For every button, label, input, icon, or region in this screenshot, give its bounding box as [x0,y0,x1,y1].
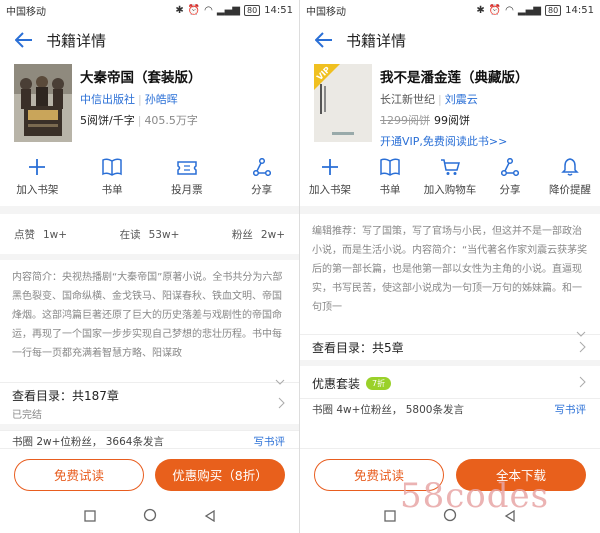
fans-label: 粉丝 [231,228,253,241]
author-link[interactable]: 刘震云 [445,93,478,106]
catalog-row[interactable]: 查看目录：共5章 [300,334,600,360]
system-nav-bar [0,500,299,533]
page-title: 书籍详情 [46,31,107,50]
battery-icon: 80 [243,4,261,16]
fans-count: 2w+ [260,228,285,241]
ticket-icon [177,150,197,176]
home-icon[interactable] [143,507,157,526]
bluetooth-icon: ✱ [476,4,485,16]
discount-buy-button[interactable]: 优惠购买（8折） [155,458,285,491]
fan-info: 书圈 2w+位粉丝， 3664条发言 [12,436,164,448]
book-icon [380,150,400,176]
action-bar: 加入书架 书单 加入购物车 分享 降价提醒 [300,150,600,206]
discount-badge: 7折 [366,376,392,390]
catalog-status: 已完结 [12,409,42,421]
clock: 14:51 [264,4,293,16]
cart-icon [440,150,460,176]
catalog-title: 查看目录：共5章 [312,341,404,355]
fan-bar: 书圈 4w+位粉丝， 5800条发言 写书评 [300,398,600,420]
alarm-icon: ⏰ [187,4,201,16]
book-cover[interactable]: VIP [314,64,372,142]
plus-icon [28,150,46,176]
carrier-label: 中国移动 [6,6,46,18]
book-price: 5阅饼/千字 [80,114,135,127]
book-title: 大秦帝国（套装版） [80,70,202,86]
expand-chevron-icon[interactable] [0,370,299,385]
status-bar: 中国移动 ✱ ⏰ ◠ ▂▄▆ 80 14:51 [300,0,600,20]
write-review-link[interactable]: 写书评 [254,434,286,449]
catalog-title: 查看目录：共187章 [12,388,119,403]
clock: 14:51 [565,4,594,16]
book-description: 内容简介：央视热播剧“大秦帝国”原著小说。全书共分为六部黑色裂变、国命纵横、金戈… [12,272,283,359]
discount-bundle-title: 优惠套装 [312,376,361,391]
book-title: 我不是潘金莲（典藏版） [380,70,529,86]
page-title: 书籍详情 [346,31,407,50]
share-icon [501,150,519,176]
recent-apps-icon[interactable] [384,507,396,526]
publisher-link[interactable]: 中信出版社 [80,93,135,106]
chevron-right-icon [579,338,586,357]
original-price: 1299阅饼 [380,114,430,127]
add-to-cart-button[interactable]: 加入购物车 [420,150,480,206]
monthly-ticket-button[interactable]: 投月票 [157,150,217,206]
book-list-button[interactable]: 书单 [82,150,142,206]
free-trial-button[interactable]: 免费试读 [14,458,144,491]
bluetooth-icon: ✱ [175,4,184,16]
word-count: 405.5万字 [144,114,198,127]
nav-bar: 书籍详情 [0,20,299,60]
book-icon [102,150,122,176]
carrier-label: 中国移动 [306,6,346,18]
reading-label: 在读 [119,228,141,241]
like-label: 点赞 [14,228,35,241]
book-list-button[interactable]: 书单 [360,150,420,206]
back-arrow-icon[interactable] [310,26,338,54]
book-header: VIP 我不是潘金莲（典藏版） 长江新世纪 | 刘震云 1299阅饼 99阅饼 开通V… [300,60,600,148]
action-bar: 加入书架 书单 投月票 分享 [0,150,299,206]
screenshot: 中国移动 ✱ ⏰ ◠ ▂▄▆ 80 14:51 书籍详情 大秦帝国（套装版） 中… [0,0,600,533]
write-review-link[interactable]: 写书评 [555,402,587,417]
add-to-shelf-button[interactable]: 加入书架 [7,150,67,206]
signal-icon: ▂▄▆ [517,4,541,16]
back-arrow-icon[interactable] [10,26,38,54]
left-phone-screen: 中国移动 ✱ ⏰ ◠ ▂▄▆ 80 14:51 书籍详情 大秦帝国（套装版） 中… [0,0,300,533]
chevron-right-icon [579,373,586,392]
back-triangle-icon[interactable] [204,507,216,526]
price-drop-alert-button[interactable]: 降价提醒 [540,150,600,206]
battery-icon: 80 [544,4,562,16]
watermark: 58codes [400,476,550,516]
book-price: 99阅饼 [434,114,470,127]
status-bar: 中国移动 ✱ ⏰ ◠ ▂▄▆ 80 14:51 [0,0,299,20]
bell-icon [561,150,579,176]
chevron-right-icon [278,394,285,413]
wifi-icon: ◠ [204,4,213,16]
book-header: 大秦帝国（套装版） 中信出版社 | 孙皓晖 5阅饼/千字 | 405.5万字 [0,60,299,146]
expand-chevron-icon[interactable] [300,322,600,337]
stats-row: 点赞 1w+ 在读 53w+ 粉丝 2w+ [0,214,299,254]
discount-bundle-row[interactable]: 优惠套装 7折 [300,366,600,398]
right-phone-screen: 中国移动 ✱ ⏰ ◠ ▂▄▆ 80 14:51 书籍详情 VIP 我不是潘金莲（… [300,0,600,533]
wifi-icon: ◠ [505,4,514,16]
recent-apps-icon[interactable] [83,507,96,526]
fan-info: 书圈 4w+位粉丝， 5800条发言 [312,404,464,416]
author-link[interactable]: 孙皓晖 [145,93,178,106]
book-description: 编辑推荐：写了国策，写了官场与小民，但这并不是一部政治小说，而是生活小说。内容简… [312,226,588,313]
catalog-row[interactable]: 查看目录：共187章 已完结 [0,382,299,424]
plus-icon [321,150,339,176]
reading-count: 53w+ [148,228,180,241]
signal-icon: ▂▄▆ [216,4,240,16]
share-button[interactable]: 分享 [232,150,292,206]
like-count: 1w+ [43,228,68,241]
share-icon [252,150,271,176]
alarm-icon: ⏰ [488,4,502,16]
share-button[interactable]: 分享 [480,150,540,206]
bottom-action-bar: 免费试读 优惠购买（8折） [0,448,299,500]
vip-free-read-link[interactable]: 开通VIP,免费阅读此书>> [380,135,507,148]
nav-bar: 书籍详情 [300,20,600,60]
add-to-shelf-button[interactable]: 加入书架 [300,150,360,206]
book-cover[interactable] [14,64,72,142]
publisher: 长江新世纪 [380,93,435,106]
